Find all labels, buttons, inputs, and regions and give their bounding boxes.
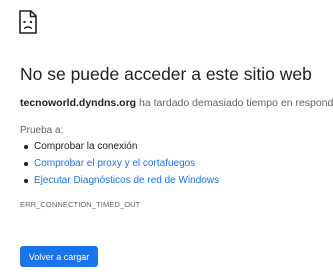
suggestion-check-proxy[interactable]: Comprobar el proxy y el cortafuegos [20,157,219,174]
check-proxy-link[interactable]: Comprobar el proxy y el cortafuegos [34,158,195,169]
suggestion-network-diagnostics[interactable]: Ejecutar Diagnósticos de red de Windows [20,174,219,191]
sad-page-icon [19,10,37,34]
error-code: ERR_CONNECTION_TIMED_OUT [20,200,141,209]
bullet-icon [24,145,28,149]
suggestion-check-connection: Comprobar la conexión [20,140,219,157]
error-message: ha tardado demasiado tiempo en responder… [136,97,333,109]
bullet-icon [24,162,28,166]
suggestions-list: Comprobar la conexión Comprobar el proxy… [20,140,219,191]
suggestions-heading: Prueba a: [20,125,64,136]
suggestion-label: Comprobar la conexión [34,141,138,152]
host-name: tecnoworld.dyndns.org [20,97,137,109]
reload-button[interactable]: Volver a cargar [20,246,98,267]
bullet-icon [24,179,28,183]
page-title: No se puede acceder a este sitio web [20,64,312,84]
network-diagnostics-link[interactable]: Ejecutar Diagnósticos de red de Windows [34,175,219,186]
error-summary: tecnoworld.dyndns.org ha tardado demasia… [20,97,333,109]
